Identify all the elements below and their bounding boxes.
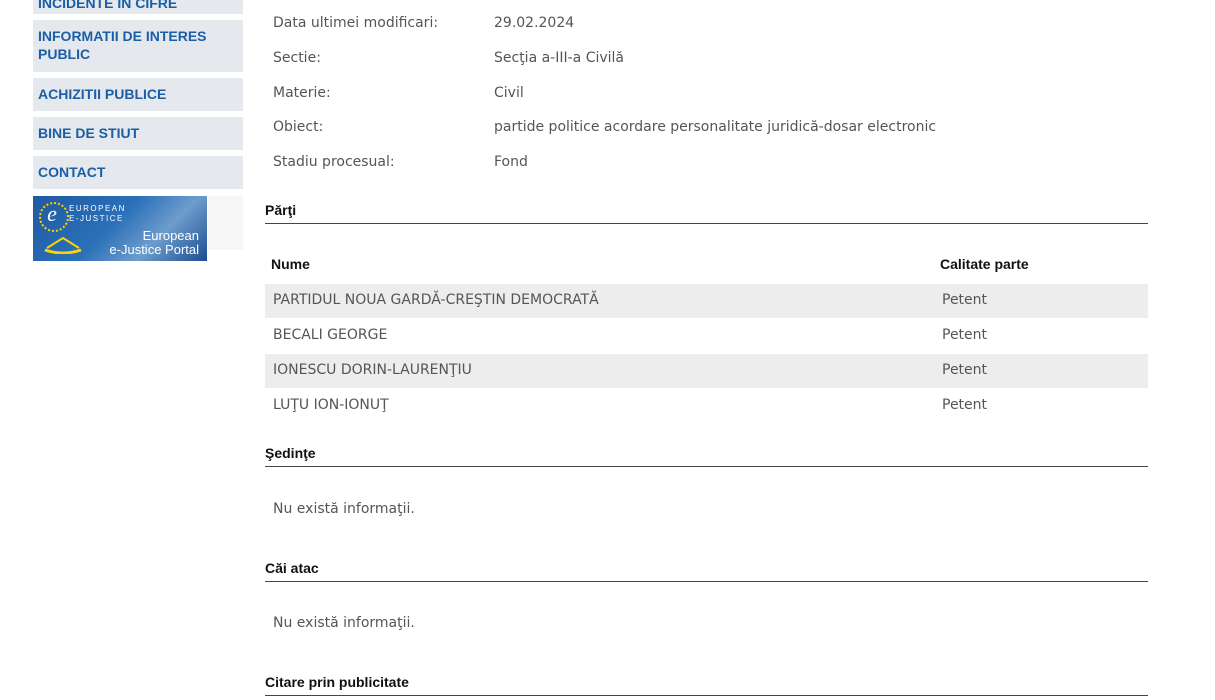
table-row: BECALI GEORGE Petent xyxy=(265,319,1148,353)
detail-label: Obiect: xyxy=(273,119,324,135)
party-role: Petent xyxy=(942,397,988,413)
sedinte-empty-message: Nu există informaţii. xyxy=(273,501,415,517)
party-name: BECALI GEORGE xyxy=(273,327,388,343)
e-justice-portal-label: European e-Justice Portal xyxy=(89,229,199,257)
section-title-parti: Părţi xyxy=(265,202,1148,224)
sidebar: INCIDENTE IN CIFRE INFORMATII DE INTERES… xyxy=(33,0,243,261)
e-justice-logo-text: EUROPEAN E-JUSTICE xyxy=(69,204,126,223)
table-row: IONESCU DORIN-LAURENŢIU Petent xyxy=(265,354,1148,388)
detail-value: 29.02.2024 xyxy=(494,15,575,31)
column-header-calitate: Calitate parte xyxy=(940,256,1029,272)
portal-line-1: European xyxy=(142,228,199,243)
e-justice-logo-letter: e xyxy=(47,201,57,226)
banner-shadow xyxy=(208,196,243,250)
party-role: Petent xyxy=(942,292,988,308)
detail-label: Data ultimei modificari: xyxy=(273,15,439,31)
cai-atac-empty-message: Nu există informaţii. xyxy=(273,615,415,631)
section-title-cai-atac: Căi atac xyxy=(265,560,1148,582)
detail-label: Sectie: xyxy=(273,50,321,66)
section-title-sedinte: Şedinţe xyxy=(265,445,1148,467)
sidebar-item-incidente[interactable]: INCIDENTE IN CIFRE xyxy=(33,0,243,14)
party-name: IONESCU DORIN-LAURENŢIU xyxy=(273,362,472,378)
detail-value: partide politice acordare personalitate … xyxy=(494,119,937,135)
sidebar-item-bine-de-stiut[interactable]: BINE DE STIUT xyxy=(33,117,243,150)
parti-table-header: Nume Calitate parte xyxy=(265,256,1148,276)
column-header-nume: Nume xyxy=(271,256,310,272)
detail-label: Materie: xyxy=(273,85,331,101)
detail-value: Secţia a-III-a Civilă xyxy=(494,50,625,66)
detail-value: Fond xyxy=(494,154,528,170)
table-row: PARTIDUL NOUA GARDĂ-CREŞTIN DEMOCRATĂ Pe… xyxy=(265,284,1148,318)
party-name: LUŢU ION-IONUŢ xyxy=(273,397,389,413)
detail-value: Civil xyxy=(494,85,524,101)
section-title-citare: Citare prin publicitate xyxy=(265,674,1148,696)
sidebar-item-achizitii-publice[interactable]: ACHIZITII PUBLICE xyxy=(33,78,243,111)
party-role: Petent xyxy=(942,327,988,343)
sidebar-item-contact[interactable]: CONTACT xyxy=(33,156,243,189)
sidebar-item-informatii-interes-public[interactable]: INFORMATII DE INTERES PUBLIC xyxy=(33,20,243,72)
party-name: PARTIDUL NOUA GARDĂ-CREŞTIN DEMOCRATĂ xyxy=(273,292,599,308)
e-justice-portal-banner[interactable]: e EUROPEAN E-JUSTICE European e-Justice … xyxy=(33,196,207,261)
party-role: Petent xyxy=(942,362,988,378)
portal-line-2: e-Justice Portal xyxy=(109,242,199,257)
table-row: LUŢU ION-IONUŢ Petent xyxy=(265,389,1148,423)
detail-label: Stadiu procesual: xyxy=(273,154,395,170)
scales-of-justice-icon xyxy=(44,236,82,254)
